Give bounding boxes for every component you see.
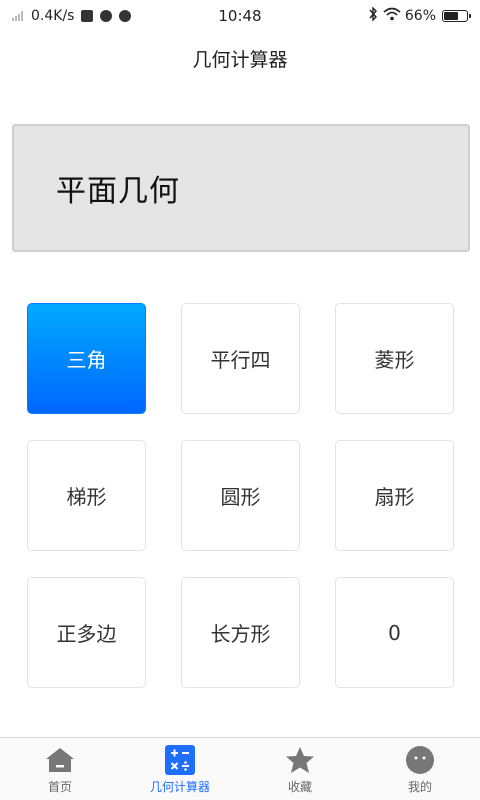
bottom-nav: 首页 几何计算器 收藏 我的: [0, 737, 480, 800]
parallelogram-button[interactable]: 平行四: [181, 303, 300, 414]
display-panel: 平面几何: [12, 124, 470, 252]
message-icon: [81, 10, 94, 22]
sector-button[interactable]: 扇形: [335, 440, 454, 551]
nav-label-profile: 我的: [407, 779, 432, 794]
nav-item-calculator[interactable]: 几何计算器: [120, 738, 240, 800]
chat-notification-icon: [119, 10, 132, 22]
rectangle-button[interactable]: 长方形: [181, 577, 300, 688]
nav-item-profile[interactable]: 我的: [360, 738, 480, 800]
calculator-icon: [164, 744, 196, 776]
signal-icon: [12, 11, 23, 21]
home-icon: [44, 744, 76, 776]
display-text: 平面几何: [56, 174, 180, 209]
page-title: 几何计算器: [192, 48, 288, 71]
triangle-button[interactable]: 三角: [27, 303, 146, 414]
profile-icon: [404, 744, 436, 776]
regular-polygon-button[interactable]: 正多边: [27, 577, 146, 688]
network-speed: 0.4K/s: [31, 8, 75, 24]
star-icon: [284, 744, 316, 776]
battery-percent: 66%: [404, 8, 436, 24]
nav-item-favorites[interactable]: 收藏: [240, 738, 360, 800]
nav-label-favorites: 收藏: [287, 779, 312, 794]
nav-label-calculator: 几何计算器: [149, 779, 210, 794]
status-right: 66%: [367, 6, 471, 25]
battery-icon: [442, 10, 471, 22]
trapezoid-button[interactable]: 梯形: [27, 440, 146, 551]
bluetooth-icon: [367, 6, 379, 25]
circle-button[interactable]: 圆形: [181, 440, 300, 551]
zero-button[interactable]: 0: [335, 577, 454, 688]
app-notification-icon: [100, 10, 113, 22]
nav-label-home: 首页: [47, 779, 72, 794]
nav-item-home[interactable]: 首页: [0, 738, 120, 800]
status-left: 0.4K/s: [12, 8, 132, 24]
wifi-icon: [383, 7, 401, 25]
rhombus-button[interactable]: 菱形: [335, 303, 454, 414]
status-bar: 0.4K/s 10:48 66%: [0, 0, 480, 32]
